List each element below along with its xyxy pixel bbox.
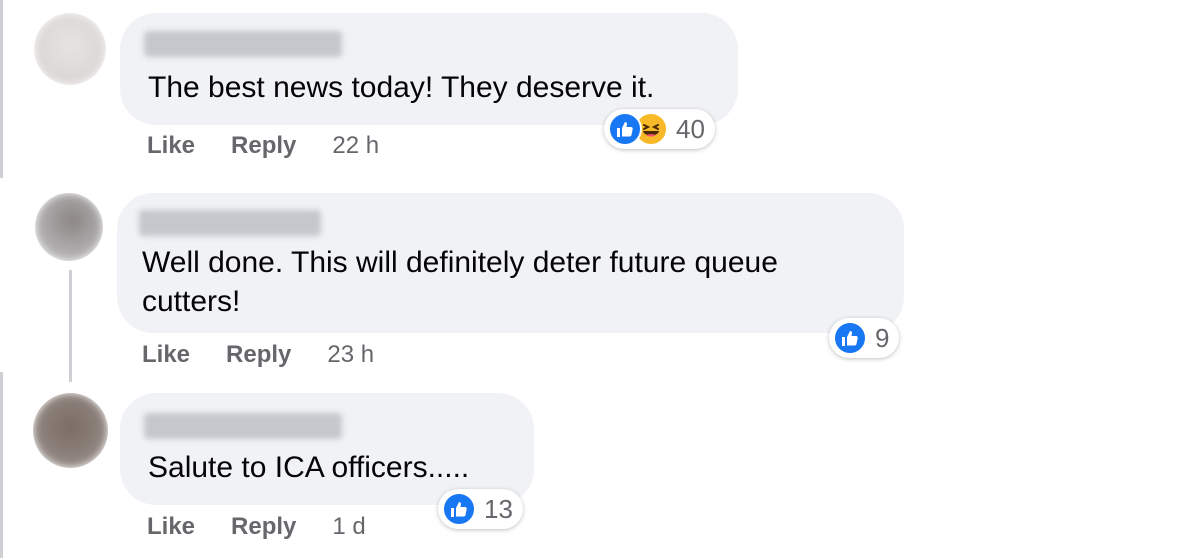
reply-button[interactable]: Reply: [226, 341, 291, 369]
comment-actions: Like Reply 22 h: [147, 132, 379, 160]
timestamp[interactable]: 22 h: [332, 132, 379, 160]
author-name-blurred[interactable]: [139, 210, 321, 236]
reactions-summary[interactable]: 40: [604, 109, 715, 149]
thread-line-bottom: [0, 372, 3, 558]
like-reaction-icon: [833, 321, 867, 355]
author-name-blurred[interactable]: [144, 413, 342, 439]
reaction-count: 40: [676, 113, 705, 144]
reactions-summary[interactable]: 9: [829, 318, 900, 358]
thread-line-top: [0, 0, 3, 178]
like-reaction-icon: [608, 112, 642, 146]
like-button[interactable]: Like: [147, 132, 195, 160]
like-button[interactable]: Like: [147, 513, 195, 541]
comment-text: Salute to ICA officers.....: [148, 451, 470, 484]
avatar[interactable]: [33, 393, 108, 468]
timestamp[interactable]: 23 h: [327, 341, 374, 369]
comment-actions: Like Reply 1 d: [147, 513, 366, 541]
reaction-count: 9: [875, 322, 890, 353]
reply-button[interactable]: Reply: [231, 513, 296, 541]
thread-line-reply: [69, 270, 72, 382]
comment-text-line-2: cutters!: [142, 285, 241, 318]
comment-text: The best news today! They deserve it.: [148, 71, 655, 104]
reactions-summary[interactable]: 13: [438, 489, 523, 529]
reply-button[interactable]: Reply: [231, 132, 296, 160]
like-button[interactable]: Like: [142, 341, 190, 369]
comment-bubble: Well done. This will definitely deter fu…: [117, 193, 904, 333]
like-reaction-icon: [442, 492, 476, 526]
avatar[interactable]: [35, 193, 103, 261]
timestamp[interactable]: 1 d: [332, 513, 365, 541]
author-name-blurred[interactable]: [144, 31, 342, 57]
comment-text-line-1: Well done. This will definitely deter fu…: [142, 246, 778, 279]
avatar[interactable]: [34, 13, 106, 85]
comment-actions: Like Reply 23 h: [142, 341, 374, 369]
reaction-count: 13: [484, 493, 513, 524]
